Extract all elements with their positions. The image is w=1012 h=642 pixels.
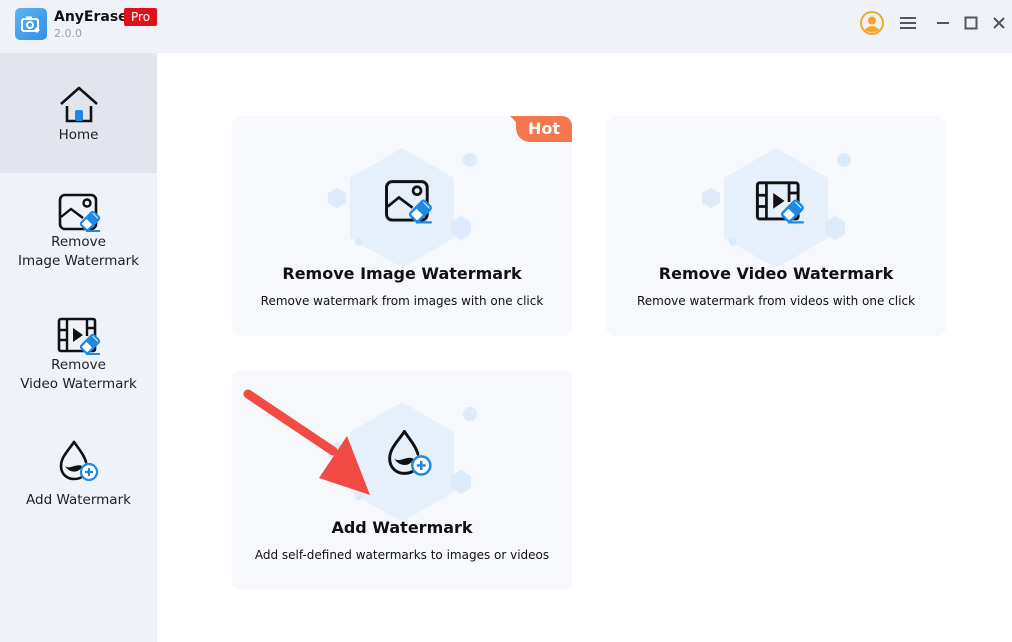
minimize-button[interactable] <box>930 10 956 36</box>
sidebar-item-label-line2: Video Watermark <box>20 376 137 392</box>
sidebar-item-label-line1: Remove <box>51 357 106 373</box>
card-title: Add Watermark <box>331 518 473 537</box>
close-button[interactable] <box>986 10 1012 36</box>
card-remove-image-watermark[interactable]: Hot Remove Image Watermark Remove waterm… <box>232 116 572 336</box>
title-bar: AnyErase Pro 2.0.0 <box>0 0 1012 53</box>
hot-badge: Hot <box>516 116 572 142</box>
minimize-icon <box>937 22 949 24</box>
card-description: Add self-defined watermarks to images or… <box>254 548 550 562</box>
video-eraser-icon <box>57 317 100 355</box>
card-remove-video-watermark[interactable]: Remove Video Watermark Remove watermark … <box>606 116 946 336</box>
user-avatar-icon <box>860 11 884 35</box>
sidebar-item-label: Remove Image Watermark <box>18 233 139 271</box>
app-version: 2.0.0 <box>54 27 82 40</box>
sidebar-item-home[interactable]: Home <box>0 53 157 173</box>
card-description: Remove watermark from videos with one cl… <box>636 294 916 308</box>
sidebar-item-label: Add Watermark <box>26 492 131 508</box>
sidebar: Home Remove Image Watermark Remove Video W… <box>0 53 157 642</box>
sidebar-item-add-watermark[interactable]: Add Watermark <box>0 439 157 529</box>
menu-icon <box>900 17 916 29</box>
maximize-button[interactable] <box>958 10 984 36</box>
droplet-plus-icon <box>59 440 98 482</box>
card-add-watermark[interactable]: Add Watermark Add self-defined watermark… <box>232 370 572 590</box>
card-title: Remove Image Watermark <box>282 264 522 283</box>
sidebar-item-remove-image-watermark[interactable]: Remove Image Watermark <box>0 193 157 293</box>
app-name: AnyErase <box>54 9 128 25</box>
video-eraser-icon <box>755 181 804 224</box>
maximize-icon <box>964 16 978 30</box>
sidebar-item-label-line1: Remove <box>51 234 106 250</box>
image-eraser-icon <box>58 193 100 232</box>
card-description: Remove watermark from images with one cl… <box>260 294 544 308</box>
sidebar-item-label: Remove Video Watermark <box>20 356 137 394</box>
close-icon <box>993 17 1005 29</box>
home-icon <box>59 86 98 123</box>
sidebar-item-remove-video-watermark[interactable]: Remove Video Watermark <box>0 316 157 416</box>
card-title: Remove Video Watermark <box>658 264 894 283</box>
sidebar-item-label-line2: Image Watermark <box>17 253 140 269</box>
sidebar-item-label: Home <box>58 127 99 143</box>
menu-button[interactable] <box>895 10 921 36</box>
pro-badge: Pro <box>124 8 158 26</box>
app-logo-icon <box>15 8 47 40</box>
droplet-plus-icon <box>388 430 432 476</box>
user-account-button[interactable] <box>859 10 885 36</box>
image-eraser-icon <box>385 180 432 224</box>
